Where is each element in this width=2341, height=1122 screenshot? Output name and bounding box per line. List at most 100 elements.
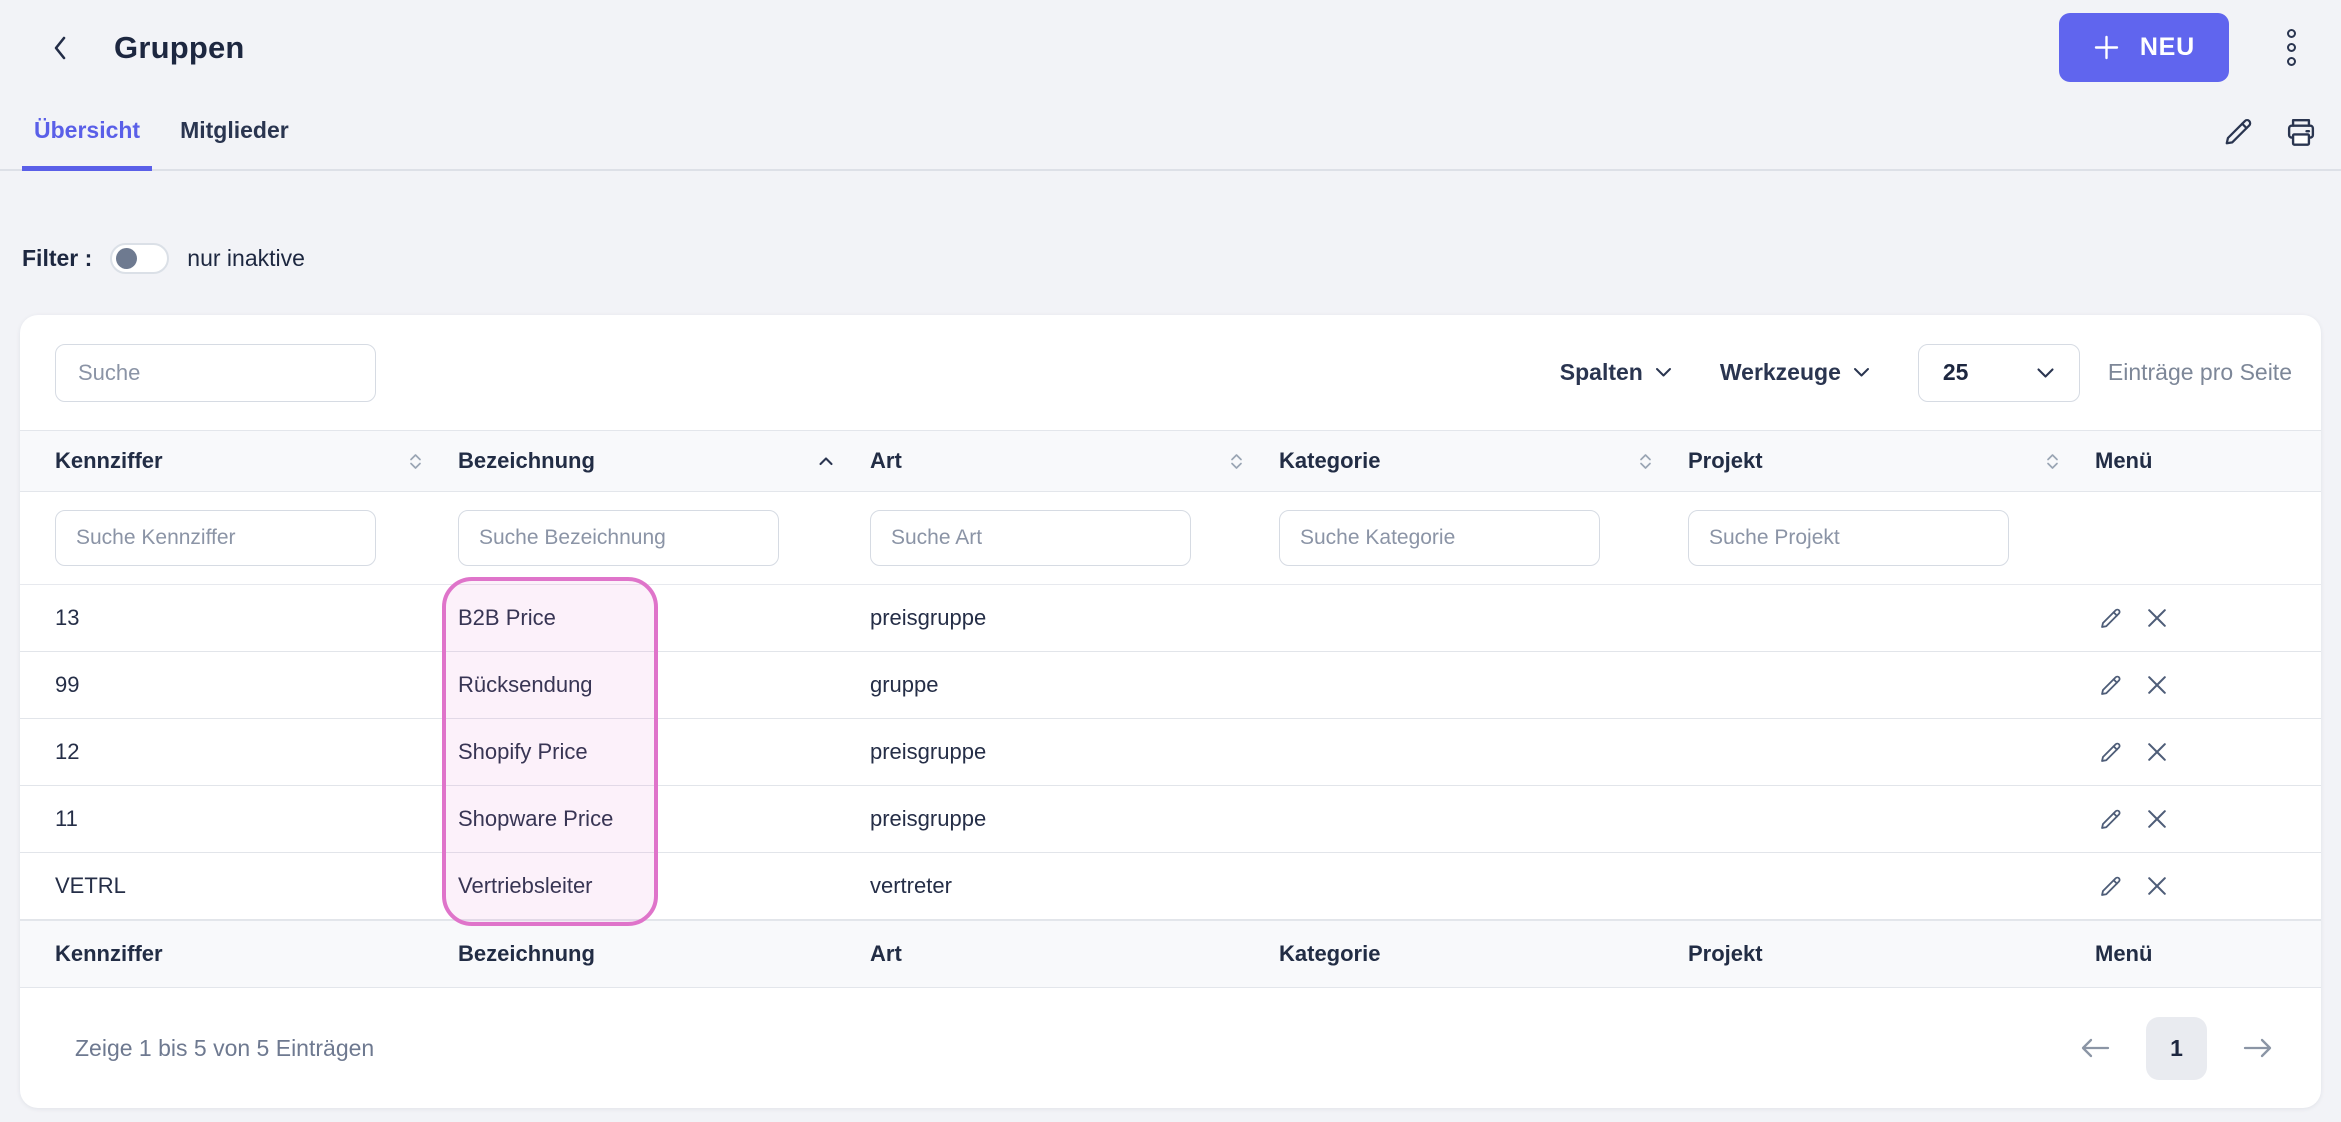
cell-art: vertreter: [870, 873, 1279, 899]
edit-page-button[interactable]: [2220, 114, 2256, 150]
table-row[interactable]: 13 B2B Price preisgruppe: [20, 585, 2321, 652]
footer-column-label: Kategorie: [1279, 941, 1688, 967]
page-number-button[interactable]: 1: [2146, 1017, 2207, 1080]
cell-bezeichnung: Rücksendung: [458, 672, 870, 698]
filter-input-projekt[interactable]: [1688, 510, 2009, 566]
tab-uebersicht[interactable]: Übersicht: [22, 95, 152, 171]
table-row[interactable]: 12 Shopify Price preisgruppe: [20, 719, 2321, 786]
arrow-left-icon: [2078, 1036, 2112, 1060]
table-row[interactable]: 99 Rücksendung gruppe: [20, 652, 2321, 719]
table-row[interactable]: 11 Shopware Price preisgruppe: [20, 786, 2321, 853]
sort-icon: [2046, 453, 2059, 470]
table-header-row: Kennziffer Bezeichnung Art: [20, 430, 2321, 492]
cell-bezeichnung: Vertriebsleiter: [458, 873, 870, 899]
search-input[interactable]: [55, 344, 376, 402]
entries-per-page-label: Einträge pro Seite: [2108, 359, 2292, 386]
chevron-down-icon: [1655, 367, 1672, 378]
column-label: Kategorie: [1279, 448, 1380, 474]
page-size-select[interactable]: 25: [1918, 344, 2080, 402]
column-header-bezeichnung[interactable]: Bezeichnung: [458, 448, 870, 474]
columns-dropdown[interactable]: Spalten: [1560, 359, 1672, 386]
cell-bezeichnung: B2B Price: [458, 605, 870, 631]
column-header-kennziffer[interactable]: Kennziffer: [55, 448, 458, 474]
cell-art: preisgruppe: [870, 605, 1279, 631]
table-row[interactable]: VETRL Vertriebsleiter vertreter: [20, 853, 2321, 920]
tools-dropdown-label: Werkzeuge: [1720, 359, 1841, 386]
page-size-value: 25: [1943, 359, 1969, 386]
tab-bar: Übersicht Mitglieder: [0, 95, 2341, 171]
row-edit-button[interactable]: [2095, 871, 2126, 902]
new-button-label: NEU: [2140, 33, 2195, 62]
back-button[interactable]: [42, 28, 78, 68]
tools-dropdown[interactable]: Werkzeuge: [1720, 359, 1870, 386]
filter-input-bezeichnung[interactable]: [458, 510, 779, 566]
page: Gruppen NEU Übersicht Mitglieder: [0, 0, 2341, 1122]
new-button[interactable]: NEU: [2059, 13, 2229, 82]
tab-uebersicht-label: Übersicht: [34, 117, 140, 144]
x-icon: [2145, 606, 2169, 630]
arrow-right-icon: [2241, 1036, 2275, 1060]
page-title: Gruppen: [114, 30, 245, 66]
pagination-bar: Zeige 1 bis 5 von 5 Einträgen 1: [20, 988, 2321, 1108]
column-label: Art: [870, 448, 902, 474]
column-header-menu: Menü: [2095, 448, 2301, 474]
row-delete-button[interactable]: [2143, 738, 2171, 766]
toggle-label: nur inaktive: [187, 245, 305, 272]
row-edit-button[interactable]: [2095, 603, 2126, 634]
x-icon: [2145, 673, 2169, 697]
inactive-only-toggle[interactable]: [110, 243, 169, 274]
cell-bezeichnung: Shopify Price: [458, 739, 870, 765]
cell-kennziffer: 99: [55, 672, 458, 698]
table-card: Spalten Werkzeuge 25 Einträge pro Seite: [20, 315, 2321, 1108]
filter-row: Filter : nur inaktive: [22, 240, 305, 276]
sort-icon: [409, 453, 422, 470]
column-header-projekt[interactable]: Projekt: [1688, 448, 2095, 474]
chevron-down-icon: [1853, 367, 1870, 378]
previous-page-button[interactable]: [2078, 1036, 2112, 1060]
row-edit-button[interactable]: [2095, 670, 2126, 701]
pencil-icon: [2220, 114, 2256, 150]
cell-bezeichnung: Shopware Price: [458, 806, 870, 832]
entries-summary: Zeige 1 bis 5 von 5 Einträgen: [75, 1035, 374, 1062]
kebab-menu-icon[interactable]: [2283, 25, 2300, 70]
row-edit-button[interactable]: [2095, 804, 2126, 835]
column-label: Projekt: [1688, 448, 1763, 474]
tab-mitglieder-label: Mitglieder: [180, 117, 289, 144]
row-delete-button[interactable]: [2143, 872, 2171, 900]
next-page-button[interactable]: [2241, 1036, 2275, 1060]
chevron-left-icon: [48, 32, 72, 64]
column-header-art[interactable]: Art: [870, 448, 1279, 474]
pencil-icon: [2097, 605, 2124, 632]
footer-column-label: Bezeichnung: [458, 941, 870, 967]
column-label: Kennziffer: [55, 448, 163, 474]
sort-icon: [1230, 453, 1243, 470]
filter-input-kennziffer[interactable]: [55, 510, 376, 566]
toggle-knob: [116, 248, 137, 269]
row-delete-button[interactable]: [2143, 671, 2171, 699]
sort-asc-icon: [818, 456, 834, 466]
cell-art: preisgruppe: [870, 806, 1279, 832]
column-label: Menü: [2095, 448, 2152, 474]
filter-input-art[interactable]: [870, 510, 1191, 566]
cell-kennziffer: 13: [55, 605, 458, 631]
row-edit-button[interactable]: [2095, 737, 2126, 768]
footer-column-label: Kennziffer: [55, 941, 458, 967]
cell-kennziffer: 12: [55, 739, 458, 765]
column-label: Bezeichnung: [458, 448, 595, 474]
row-delete-button[interactable]: [2143, 805, 2171, 833]
pencil-icon: [2097, 672, 2124, 699]
print-button[interactable]: [2282, 113, 2320, 151]
cell-art: gruppe: [870, 672, 1279, 698]
cell-art: preisgruppe: [870, 739, 1279, 765]
tab-mitglieder[interactable]: Mitglieder: [168, 95, 301, 171]
column-header-kategorie[interactable]: Kategorie: [1279, 448, 1688, 474]
filter-input-kategorie[interactable]: [1279, 510, 1600, 566]
plus-icon: [2093, 34, 2120, 61]
filter-label: Filter :: [22, 245, 92, 272]
page-header: Gruppen NEU: [0, 0, 2341, 95]
row-delete-button[interactable]: [2143, 604, 2171, 632]
card-toolbar: Spalten Werkzeuge 25 Einträge pro Seite: [20, 315, 2321, 430]
x-icon: [2145, 874, 2169, 898]
cell-kennziffer: 11: [55, 806, 458, 832]
table-footer-header: Kennziffer Bezeichnung Art Kategorie Pro…: [20, 920, 2321, 988]
